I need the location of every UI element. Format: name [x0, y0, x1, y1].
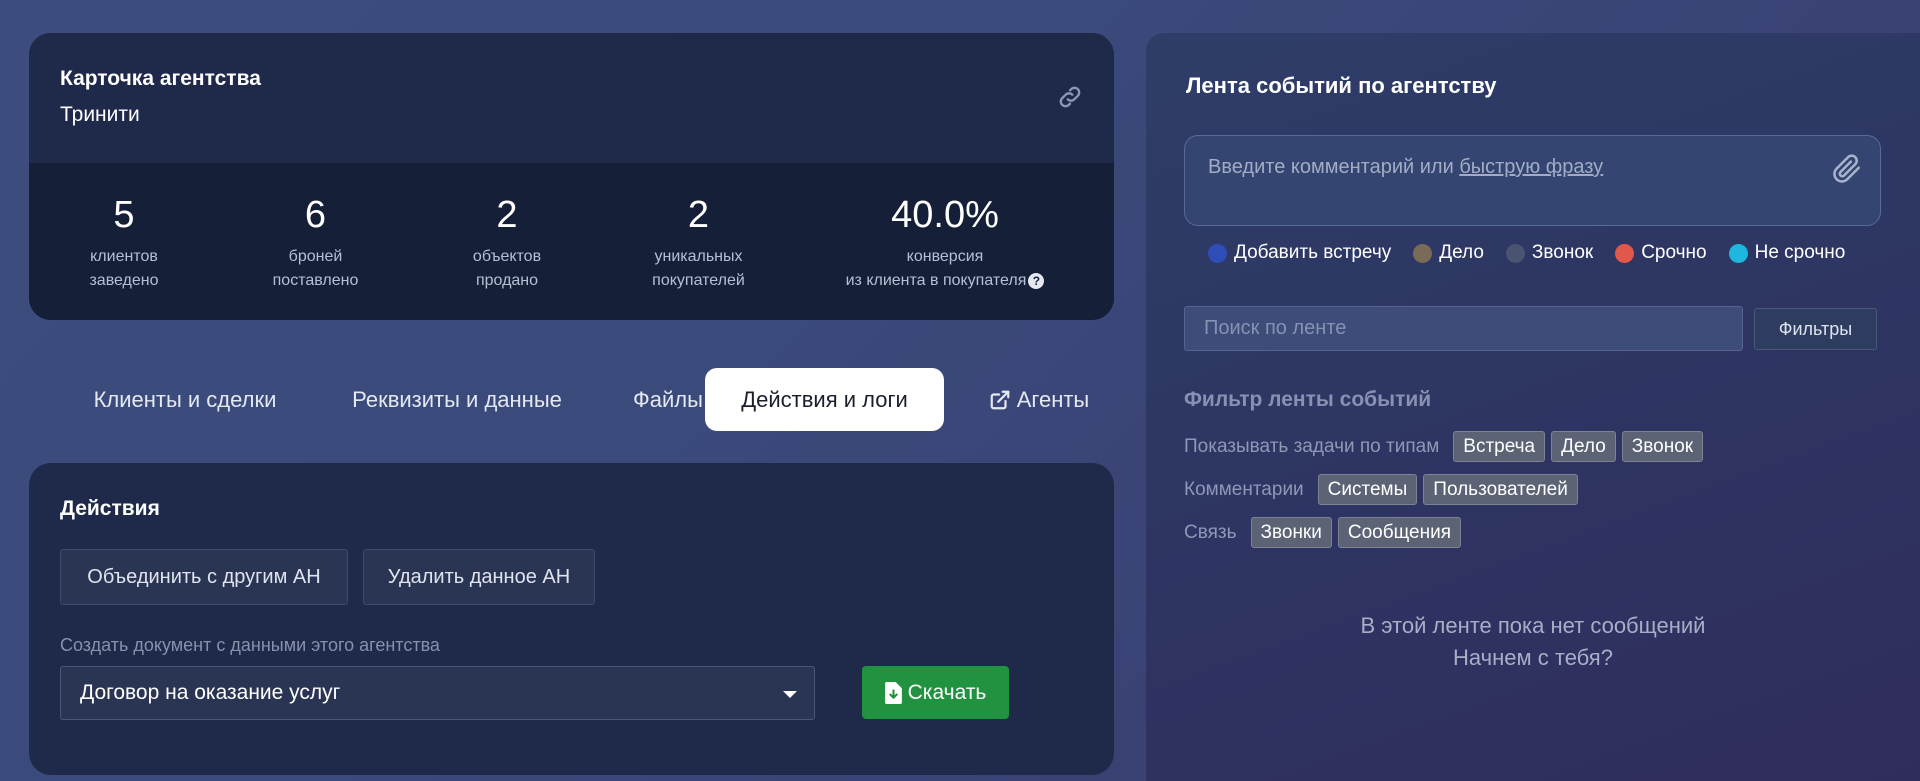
feed-title: Лента событий по агентству — [1186, 73, 1497, 98]
filter-heading: Фильтр ленты событий — [1184, 388, 1432, 411]
filter-comm-label: Связь — [1184, 521, 1237, 543]
agency-name: Тринити — [60, 103, 140, 126]
tab-requisites[interactable]: Реквизиты и данные — [312, 368, 602, 431]
filter-row-comments: Комментарии Системы Пользователей — [1184, 474, 1578, 505]
stat-value: 6 — [304, 194, 327, 236]
legend-add-meeting[interactable]: Добавить встречу — [1208, 242, 1391, 264]
agency-tabs: Клиенты и сделки Реквизиты и данные Файл… — [29, 368, 1114, 431]
legend-not-urgent[interactable]: Не срочно — [1728, 242, 1845, 264]
chip-call[interactable]: Звонок — [1621, 431, 1704, 462]
stat-value: 2 — [687, 194, 710, 236]
delete-agency-button[interactable]: Удалить данное АН — [363, 549, 595, 605]
dot-icon — [1615, 243, 1635, 263]
event-feed-panel: Лента событий по агентству Введите комме… — [1146, 33, 1920, 781]
filter-types-label: Показывать задачи по типам — [1184, 435, 1440, 457]
agency-card-title: Карточка агентства — [60, 67, 261, 90]
dot-icon — [1728, 243, 1748, 263]
stat-label: броней поставлено — [272, 248, 359, 289]
stat-unique-buyers: 2 уникальных покупателей — [602, 193, 795, 320]
agency-stats: 5 клиентов заведено 6 броней поставлено 2 … — [29, 163, 1114, 320]
chip-users[interactable]: Пользователей — [1423, 474, 1578, 505]
actions-title: Действия — [60, 497, 160, 520]
merge-agency-button[interactable]: Объединить с другим АН — [60, 549, 348, 605]
tab-actions-logs[interactable]: Действия и логи — [705, 368, 944, 431]
help-icon[interactable]: ? — [1028, 272, 1045, 289]
filters-button[interactable]: Фильтры — [1754, 308, 1877, 350]
stat-clients: 5 клиентов заведено — [29, 193, 219, 320]
tab-clients-deals[interactable]: Клиенты и сделки — [58, 368, 312, 431]
dot-icon — [1208, 243, 1227, 263]
feed-empty-message: В этой ленте пока нет сообщений Начнем с… — [1146, 610, 1920, 674]
stat-label: клиентов заведено — [89, 248, 159, 289]
filter-row-types: Показывать задачи по типам Встреча Дело … — [1184, 431, 1704, 462]
chip-task[interactable]: Дело — [1551, 431, 1616, 462]
comment-placeholder: Введите комментарий или — [1208, 156, 1460, 178]
document-select-value: Договор на оказание услуг — [80, 681, 341, 704]
comment-input[interactable]: Введите комментарий или быструю фразу — [1184, 135, 1881, 226]
dot-icon — [1505, 243, 1525, 263]
stat-value: 2 — [496, 194, 518, 236]
download-button[interactable]: Скачать — [862, 666, 1009, 719]
download-label: Скачать — [907, 680, 987, 704]
filter-comments-label: Комментарии — [1184, 478, 1304, 500]
empty-line-2: Начнем с тебя? — [1453, 645, 1613, 670]
dot-icon — [1413, 243, 1433, 263]
agency-card: Карточка агентства Тринити 5 клиентов зав… — [29, 33, 1114, 320]
actions-card: Действия Объединить с другим АН Удалить … — [29, 463, 1114, 775]
file-download-icon — [884, 681, 902, 704]
link-icon[interactable] — [1056, 83, 1084, 111]
stat-label: уникальных покупателей — [652, 248, 745, 289]
chip-messages[interactable]: Сообщения — [1337, 517, 1461, 548]
chevron-down-icon — [783, 691, 797, 698]
chip-calls[interactable]: Звонки — [1250, 517, 1332, 548]
stat-objects-sold: 2 объектов продано — [412, 193, 602, 320]
stat-bookings: 6 броней поставлено — [219, 193, 412, 320]
filter-row-communication: Связь Звонки Сообщения — [1184, 517, 1461, 548]
legend-urgent[interactable]: Срочно — [1615, 242, 1707, 264]
stat-value: 5 — [113, 194, 135, 236]
empty-line-1: В этой ленте пока нет сообщений — [1360, 613, 1706, 638]
stat-value: 40.0% — [891, 194, 999, 236]
tab-agents[interactable]: Агенты — [964, 368, 1114, 431]
external-link-icon — [990, 390, 1010, 409]
stat-label: конверсия из клиента в покупателя? — [795, 245, 1095, 293]
feed-search-input[interactable] — [1184, 306, 1743, 351]
chip-meeting[interactable]: Встреча — [1453, 431, 1546, 462]
quick-phrase-link[interactable]: быструю фразу — [1459, 156, 1603, 178]
event-type-legend: Добавить встречу Дело Звонок Срочно Не с… — [1208, 242, 1845, 264]
agency-card-header: Карточка агентства Тринити — [29, 33, 1114, 163]
stat-label: объектов продано — [472, 248, 542, 289]
paperclip-icon[interactable] — [1832, 154, 1862, 184]
legend-task[interactable]: Дело — [1413, 242, 1484, 264]
stat-conversion: 40.0% конверсия из клиента в покупателя? — [795, 193, 1095, 320]
chip-system[interactable]: Системы — [1317, 474, 1418, 505]
document-select[interactable]: Договор на оказание услуг — [60, 666, 815, 720]
document-label: Создать документ с данными этого агентст… — [60, 635, 440, 655]
legend-call[interactable]: Звонок — [1505, 242, 1593, 264]
